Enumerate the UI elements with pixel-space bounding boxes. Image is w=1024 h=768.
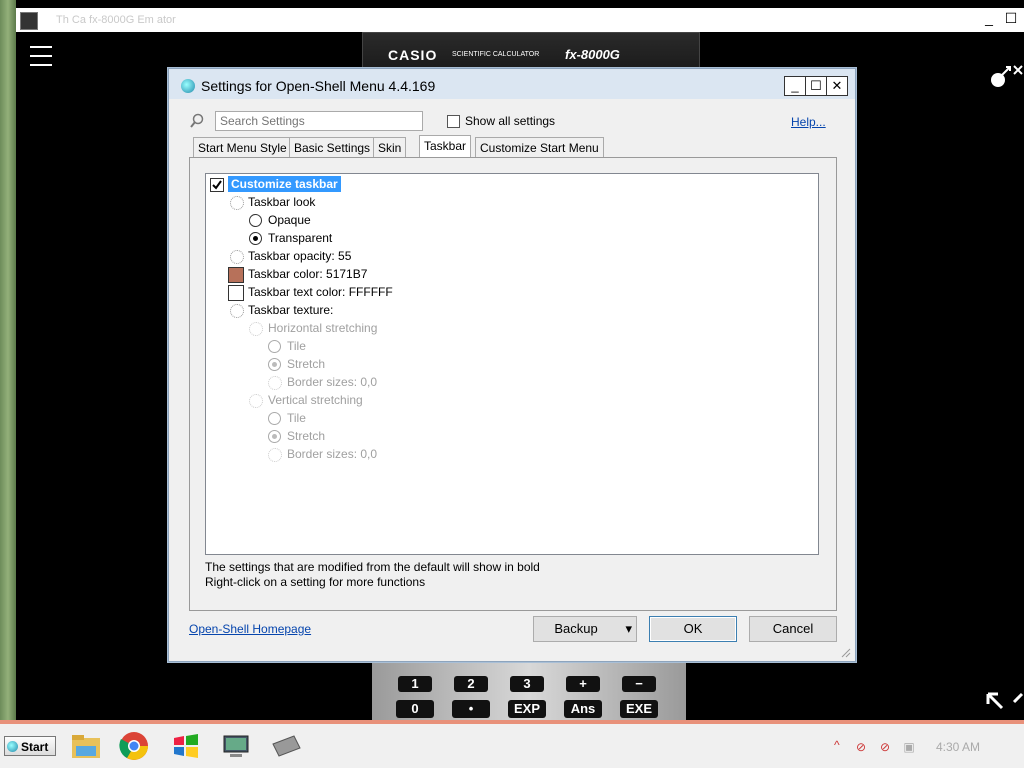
calc-key-plus[interactable]: + <box>566 676 600 692</box>
homepage-link[interactable]: Open-Shell Homepage <box>189 622 311 636</box>
calc-key-1[interactable]: 1 <box>398 676 432 692</box>
customize-taskbar-checkbox[interactable] <box>210 178 224 192</box>
h-tile-radio[interactable] <box>268 340 281 353</box>
v-border-sizes-item[interactable]: Border sizes: 0,0 <box>287 446 377 462</box>
calc-key-2[interactable]: 2 <box>454 676 488 692</box>
dialog-maximize-button[interactable]: ☐ <box>805 76 827 96</box>
show-all-checkbox[interactable] <box>447 115 460 128</box>
dropdown-arrow-icon: ▾ <box>625 621 632 636</box>
show-hidden-icons-icon[interactable]: ^ <box>834 738 840 752</box>
taskbar-color-item[interactable]: Taskbar color: 5171B7 <box>248 266 367 282</box>
dialog-title: Settings for Open-Shell Menu 4.4.169 <box>201 78 436 94</box>
windows-icon[interactable] <box>170 730 202 762</box>
gear-icon <box>249 394 263 408</box>
clock[interactable]: 4:30 AM <box>936 740 980 754</box>
tab-skin[interactable]: Skin <box>373 137 407 158</box>
calc-key-3[interactable]: 3 <box>510 676 544 692</box>
resize-grip-icon[interactable] <box>841 647 851 658</box>
taskbar-opacity-item[interactable]: Taskbar opacity: 55 <box>248 248 351 264</box>
resize-arrows-icon[interactable] <box>984 60 1024 98</box>
outer-minimize-button[interactable]: _ <box>980 10 998 28</box>
opaque-label[interactable]: Opaque <box>268 212 311 228</box>
show-all-label[interactable]: Show all settings <box>465 114 555 128</box>
ok-button[interactable]: OK <box>649 616 737 642</box>
opaque-radio[interactable] <box>249 214 262 227</box>
cancel-button[interactable]: Cancel <box>749 616 837 642</box>
backup-button[interactable]: Backup ▾ <box>533 616 637 642</box>
start-orb-icon <box>7 741 18 752</box>
gear-icon <box>268 376 282 390</box>
help-link[interactable]: Help... <box>791 115 826 129</box>
app-icon <box>20 12 38 30</box>
calc-key-minus[interactable]: − <box>622 676 656 692</box>
taskbar-text-color-item[interactable]: Taskbar text color: FFFFFF <box>248 284 393 300</box>
calculator-model: fx-8000G <box>565 47 620 62</box>
backup-label: Backup <box>554 621 598 636</box>
h-tile-label[interactable]: Tile <box>287 338 306 354</box>
calc-key-ans[interactable]: Ans <box>564 700 602 718</box>
gear-icon <box>249 322 263 336</box>
info-line-2: Right-click on a setting for more functi… <box>205 575 426 589</box>
settings-tree: Customize taskbar Taskbar look Opaque Tr… <box>205 173 819 555</box>
h-stretch-radio[interactable] <box>268 358 281 371</box>
settings-dialog: Settings for Open-Shell Menu 4.4.169 _ ☐… <box>168 68 856 662</box>
file-explorer-icon[interactable] <box>70 730 102 762</box>
outer-maximize-button[interactable]: ☐ <box>1002 10 1020 28</box>
v-tile-radio[interactable] <box>268 412 281 425</box>
gear-icon <box>268 448 282 462</box>
search-icon <box>189 113 205 129</box>
collapse-arrows-icon[interactable] <box>984 690 1024 720</box>
tray-warning-icon[interactable]: ⊘ <box>854 740 868 754</box>
h-border-sizes-item[interactable]: Border sizes: 0,0 <box>287 374 377 390</box>
outer-window-left-edge <box>0 0 16 720</box>
taskbar-texture-item[interactable]: Taskbar texture: <box>248 302 333 318</box>
hamburger-icon[interactable] <box>30 46 52 66</box>
tray-display-icon[interactable]: ▣ <box>902 740 916 754</box>
taskbar-look-item[interactable]: Taskbar look <box>248 194 315 210</box>
calculator-subtitle: SCIENTIFIC CALCULATOR <box>452 51 540 58</box>
gear-icon <box>230 304 244 318</box>
chrome-icon[interactable] <box>118 730 150 762</box>
customize-taskbar-item[interactable]: Customize taskbar <box>228 176 341 192</box>
tab-basic-settings[interactable]: Basic Settings <box>289 137 376 158</box>
v-stretch-radio[interactable] <box>268 430 281 443</box>
v-tile-label[interactable]: Tile <box>287 410 306 426</box>
dialog-close-button[interactable]: ✕ <box>826 76 848 96</box>
tray-network-icon[interactable]: ⊘ <box>878 740 892 754</box>
computer-icon[interactable] <box>220 730 252 762</box>
v-stretch-label[interactable]: Stretch <box>287 428 325 444</box>
calc-key-exp[interactable]: EXP <box>508 700 546 718</box>
horizontal-stretching-item[interactable]: Horizontal stretching <box>268 320 377 336</box>
dialog-minimize-button[interactable]: _ <box>784 76 806 96</box>
gear-icon <box>230 196 244 210</box>
outer-window-title: Th Ca fx-8000G Em ator <box>56 14 176 26</box>
search-input[interactable] <box>215 111 423 131</box>
transparent-radio[interactable] <box>249 232 262 245</box>
keyboard-icon[interactable] <box>270 730 302 762</box>
taskbar <box>0 720 1024 768</box>
transparent-label[interactable]: Transparent <box>268 230 332 246</box>
open-shell-icon <box>181 79 195 93</box>
gear-icon <box>230 250 244 264</box>
taskbar-text-color-swatch[interactable] <box>228 285 244 301</box>
tab-start-menu-style[interactable]: Start Menu Style <box>193 137 292 158</box>
calc-key-dot[interactable]: • <box>452 700 490 718</box>
calculator-brand: CASIO <box>388 47 438 63</box>
calc-key-0[interactable]: 0 <box>396 700 434 718</box>
calc-key-exe[interactable]: EXE <box>620 700 658 718</box>
info-line-1: The settings that are modified from the … <box>205 560 540 574</box>
vertical-stretching-item[interactable]: Vertical stretching <box>268 392 363 408</box>
tab-customize-start-menu[interactable]: Customize Start Menu <box>475 137 604 158</box>
taskbar-color-swatch[interactable] <box>228 267 244 283</box>
h-stretch-label[interactable]: Stretch <box>287 356 325 372</box>
